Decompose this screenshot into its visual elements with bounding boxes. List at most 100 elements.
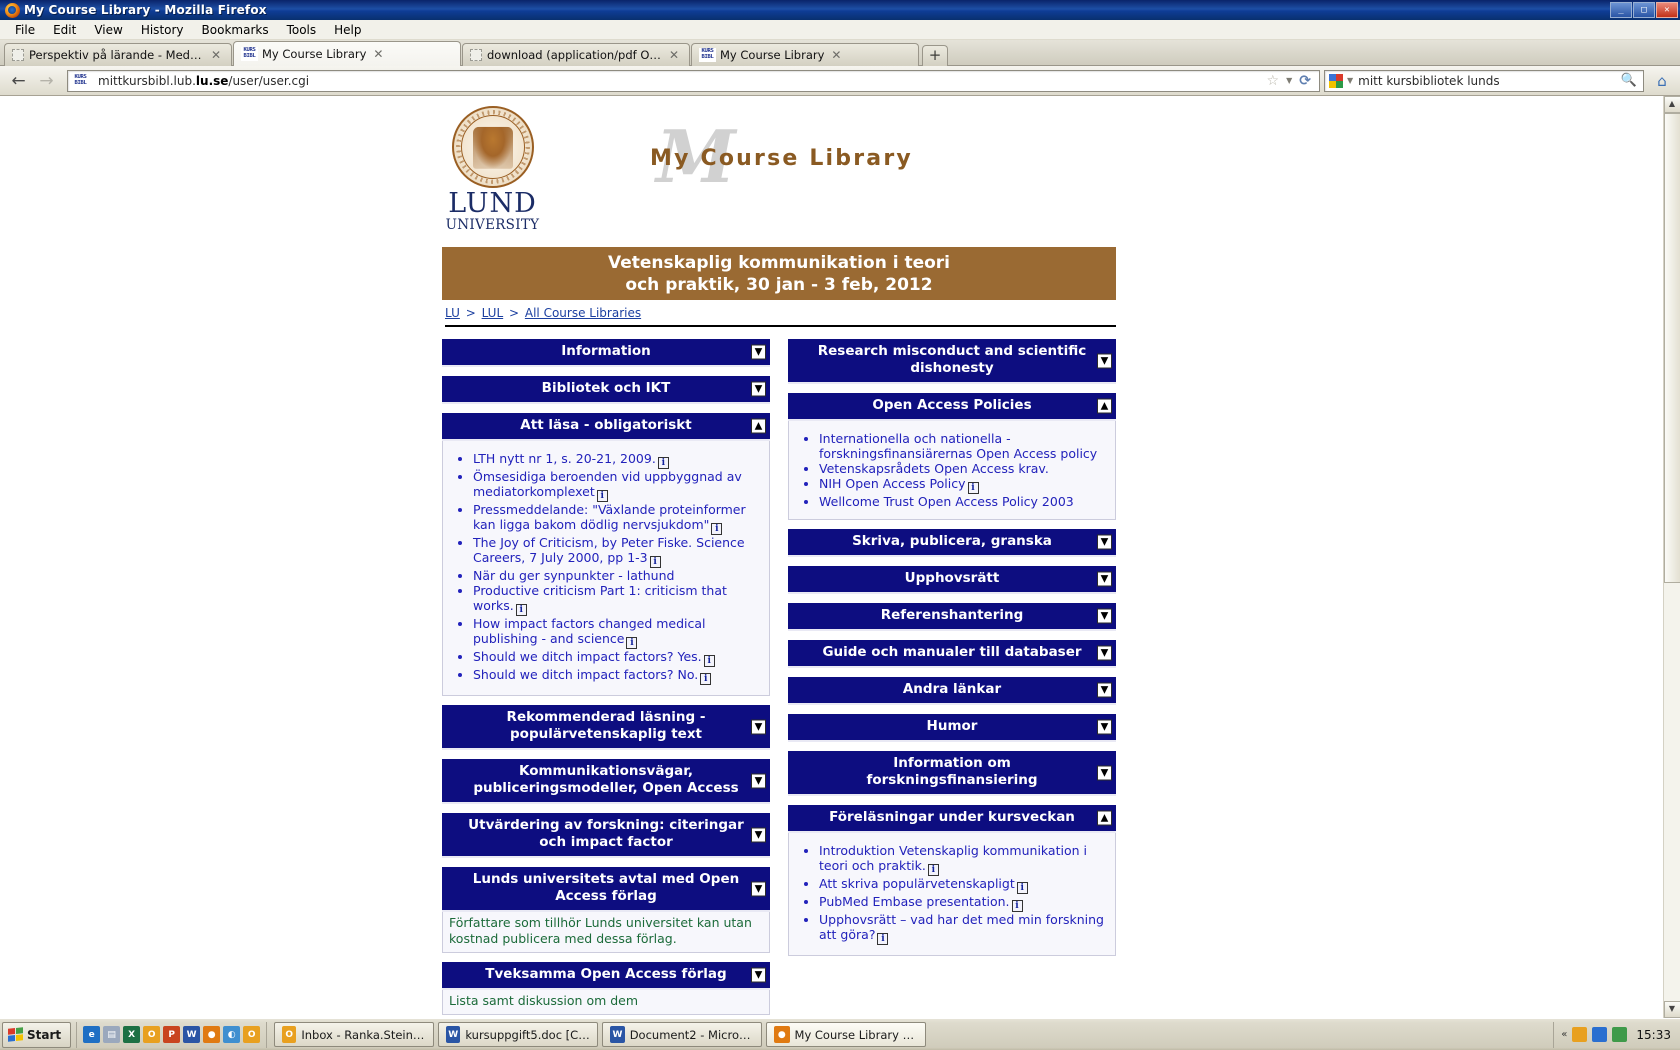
menu-history[interactable]: History — [132, 21, 193, 39]
close-button[interactable]: ✕ — [1656, 2, 1678, 18]
tab-close-icon[interactable]: ✕ — [211, 49, 221, 61]
menu-view[interactable]: View — [85, 21, 131, 39]
show-desktop-icon[interactable]: ▤ — [103, 1026, 121, 1043]
maximize-button[interactable]: □ — [1633, 2, 1655, 18]
browser-tab-2[interactable]: download (application/pdf Object) ✕ — [462, 43, 690, 66]
tab-close-icon[interactable]: ✕ — [831, 49, 841, 61]
resource-link[interactable]: Productive criticism Part 1: criticism t… — [473, 583, 727, 613]
bookmark-star-icon[interactable]: ☆ — [1267, 73, 1280, 89]
panel-header[interactable]: Att läsa - obligatoriskt ▲ — [442, 413, 770, 441]
resource-link[interactable]: The Joy of Criticism, by Peter Fiske. Sc… — [473, 535, 745, 565]
browser-tab-0[interactable]: Perspektiv på lärande - MedCUL januari 2… — [4, 43, 232, 66]
resource-link[interactable]: LTH nytt nr 1, s. 20-21, 2009. — [473, 451, 656, 466]
expand-chevron-down-icon[interactable]: ▼ — [751, 827, 766, 842]
expand-chevron-down-icon[interactable]: ▼ — [751, 881, 766, 896]
info-icon[interactable]: i — [596, 490, 608, 502]
word-icon[interactable]: W — [183, 1026, 201, 1043]
expand-chevron-down-icon[interactable]: ▼ — [1097, 353, 1112, 368]
info-icon[interactable]: i — [515, 604, 527, 616]
resource-link[interactable]: NIH Open Access Policy — [819, 476, 966, 491]
new-tab-button[interactable]: + — [922, 45, 948, 66]
info-icon[interactable]: i — [703, 655, 715, 667]
panel-header[interactable]: Kommunikationsvägar, publiceringsmodelle… — [442, 759, 770, 804]
panel-header[interactable]: Upphovsrätt ▼ — [788, 566, 1116, 594]
info-icon[interactable]: i — [1011, 900, 1023, 912]
resource-link[interactable]: How impact factors changed medical publi… — [473, 616, 706, 646]
collapse-chevron-up-icon[interactable]: ▲ — [751, 418, 766, 434]
panel-header[interactable]: Utvärdering av forskning: citeringar och… — [442, 813, 770, 858]
breadcrumb-link-lu[interactable]: LU — [445, 306, 460, 320]
firefox-icon[interactable]: ● — [203, 1026, 221, 1043]
taskbar-item-3[interactable]: ● My Course Library - M... — [766, 1022, 927, 1047]
info-icon[interactable]: i — [700, 673, 712, 685]
resource-link[interactable]: Upphovsrätt – vad har det med min forskn… — [819, 912, 1104, 942]
internet-explorer-icon[interactable]: e — [83, 1026, 101, 1043]
taskbar-item-2[interactable]: W Document2 - Microsoft ... — [602, 1022, 763, 1047]
menu-tools[interactable]: Tools — [278, 21, 326, 39]
menu-bookmarks[interactable]: Bookmarks — [193, 21, 278, 39]
search-icon[interactable]: 🔍 — [1621, 73, 1639, 88]
excel-icon[interactable]: X — [123, 1026, 141, 1043]
outlook-icon[interactable]: O — [143, 1026, 161, 1043]
resource-link[interactable]: När du ger synpunkter - lathund — [473, 568, 674, 583]
resource-link[interactable]: Att skriva populärvetenskapligt — [819, 876, 1015, 891]
panel-header[interactable]: Rekommenderad läsning - populärvetenskap… — [442, 705, 770, 750]
chevron-down-icon[interactable]: ▼ — [1286, 76, 1292, 85]
reload-icon[interactable]: ⟳ — [1299, 73, 1311, 89]
panel-header[interactable]: Humor ▼ — [788, 714, 1116, 742]
browser-tab-1[interactable]: KURS BIBL My Course Library ✕ — [233, 41, 461, 66]
search-bar[interactable]: ▼ mitt kursbibliotek lunds 🔍 — [1324, 69, 1644, 92]
search-engine-chevron-icon[interactable]: ▼ — [1347, 76, 1353, 85]
taskbar-item-0[interactable]: O Inbox - Ranka.Steingrim... — [274, 1022, 435, 1047]
panel-header[interactable]: Guide och manualer till databaser ▼ — [788, 640, 1116, 668]
panel-header[interactable]: Information om forskningsfinansiering ▼ — [788, 751, 1116, 796]
info-icon[interactable]: i — [967, 482, 979, 494]
expand-chevron-down-icon[interactable]: ▼ — [1097, 719, 1112, 735]
minimize-button[interactable]: _ — [1610, 2, 1632, 18]
expand-chevron-down-icon[interactable]: ▼ — [751, 344, 766, 360]
info-icon[interactable]: i — [649, 556, 661, 568]
taskbar-item-1[interactable]: Wkursuppgift5.doc [Comp... — [438, 1022, 599, 1047]
browser-tab-3[interactable]: KURS BIBL My Course Library ✕ — [691, 43, 919, 66]
panel-header[interactable]: Referenshantering ▼ — [788, 603, 1116, 631]
menu-edit[interactable]: Edit — [44, 21, 85, 39]
scroll-down-arrow-icon[interactable]: ▼ — [1663, 1001, 1680, 1018]
menu-help[interactable]: Help — [325, 21, 370, 39]
expand-chevron-down-icon[interactable]: ▼ — [1097, 534, 1112, 550]
home-button-icon[interactable]: ⌂ — [1649, 69, 1675, 93]
back-button-icon[interactable]: ← — [5, 69, 32, 93]
expand-chevron-down-icon[interactable]: ▼ — [1097, 608, 1112, 624]
panel-header[interactable]: Information ▼ — [442, 339, 770, 367]
scrollbar-track[interactable] — [1663, 113, 1680, 1001]
info-icon[interactable]: i — [657, 457, 669, 469]
breadcrumb-link-all-course-libraries[interactable]: All Course Libraries — [525, 306, 641, 320]
collapse-chevron-up-icon[interactable]: ▲ — [1097, 810, 1112, 826]
tray-orange-icon[interactable] — [1572, 1027, 1588, 1042]
scroll-up-arrow-icon[interactable]: ▲ — [1663, 96, 1680, 113]
expand-chevron-down-icon[interactable]: ▼ — [751, 773, 766, 788]
panel-header[interactable]: Open Access Policies ▲ — [788, 393, 1116, 421]
expand-chevron-down-icon[interactable]: ▼ — [751, 719, 766, 734]
resource-link[interactable]: PubMed Embase presentation. — [819, 894, 1010, 909]
resource-link[interactable]: Vetenskapsrådets Open Access krav. — [819, 461, 1049, 476]
resource-link[interactable]: Wellcome Trust Open Access Policy 2003 — [819, 494, 1074, 509]
start-button[interactable]: Start — [2, 1021, 72, 1048]
panel-header[interactable]: Andra länkar ▼ — [788, 677, 1116, 705]
resource-link[interactable]: Internationella och nationella - forskni… — [819, 431, 1097, 461]
info-icon[interactable]: i — [711, 523, 723, 535]
powerpoint-icon[interactable]: P — [163, 1026, 181, 1043]
panel-header[interactable]: Skriva, publicera, granska ▼ — [788, 529, 1116, 557]
info-icon[interactable]: i — [927, 864, 939, 876]
forward-button-icon[interactable]: → — [33, 69, 60, 93]
menu-file[interactable]: File — [6, 21, 44, 39]
panel-header[interactable]: Research misconduct and scientific disho… — [788, 339, 1116, 384]
info-icon[interactable]: i — [877, 933, 889, 945]
resource-link[interactable]: Should we ditch impact factors? No. — [473, 667, 698, 682]
expand-chevron-down-icon[interactable]: ▼ — [1097, 571, 1112, 587]
expand-chevron-down-icon[interactable]: ▼ — [1097, 765, 1112, 780]
address-bar[interactable]: KURS BIBL mittkursbibl.lub.lu.se/user/use… — [67, 69, 1320, 92]
scrollbar-thumb[interactable] — [1663, 113, 1680, 583]
resource-link[interactable]: Pressmeddelande: "Växlande proteinformer… — [473, 502, 746, 532]
tab-close-icon[interactable]: ✕ — [669, 49, 679, 61]
tray-expand-chevron-icon[interactable]: « — [1561, 1029, 1567, 1040]
